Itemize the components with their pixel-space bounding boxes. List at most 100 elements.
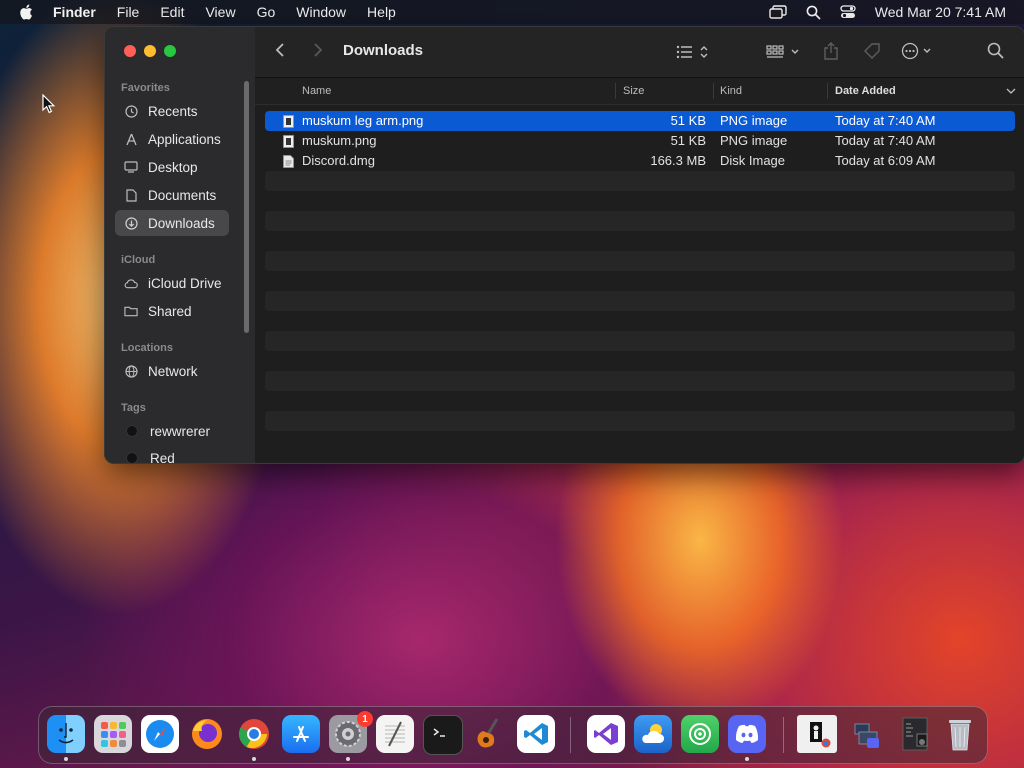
back-button[interactable] — [275, 42, 285, 58]
dock-vscode[interactable] — [517, 715, 555, 753]
sidebar-tag-item[interactable]: Red — [115, 445, 229, 464]
ellipsis-circle-icon — [901, 42, 931, 60]
menu-view[interactable]: View — [205, 4, 235, 20]
dock-find-my[interactable] — [681, 715, 719, 753]
dock-app-store[interactable] — [282, 715, 320, 753]
more-actions-button[interactable] — [901, 42, 937, 60]
file-kind: Disk Image — [720, 153, 786, 168]
minimize-window-button[interactable] — [144, 45, 156, 57]
share-button[interactable] — [823, 42, 839, 60]
file-browser: Downloads Name Size Kind Date Added musk… — [255, 27, 1024, 463]
screen-mirroring-icon[interactable] — [769, 5, 787, 19]
sidebar-section-tags: Tags — [121, 402, 146, 414]
sidebar-scrollbar[interactable] — [244, 81, 249, 333]
weather-icon — [642, 724, 665, 743]
dock-garageband[interactable] — [470, 715, 508, 753]
forward-button[interactable] — [313, 42, 323, 58]
sidebar-item-desktop[interactable]: Desktop — [115, 154, 229, 180]
running-indicator — [252, 757, 256, 761]
running-indicator — [346, 757, 350, 761]
group-by-button[interactable] — [765, 43, 803, 61]
file-kind: PNG image — [720, 133, 788, 148]
grid-icon — [766, 45, 799, 58]
sidebar-item-applications[interactable]: Applications — [115, 126, 229, 152]
textedit-icon — [385, 721, 405, 747]
dock-chrome[interactable] — [235, 715, 273, 753]
menu-bar: Finder File Edit View Go Window Help Wed… — [0, 0, 1024, 24]
dock-textedit[interactable] — [376, 715, 414, 753]
menu-edit[interactable]: Edit — [160, 4, 184, 20]
sort-descending-icon[interactable] — [1006, 88, 1016, 95]
dock-separator — [570, 717, 571, 753]
control-center-icon[interactable] — [840, 5, 856, 19]
sidebar-section-locations: Locations — [121, 342, 173, 354]
file-date-added: Today at 7:40 AM — [835, 113, 936, 128]
sidebar-item-icloud-drive[interactable]: iCloud Drive — [115, 270, 229, 296]
column-date-added[interactable]: Date Added — [835, 85, 896, 97]
discord-icon — [735, 724, 759, 743]
menu-app-name[interactable]: Finder — [53, 4, 96, 20]
search-button[interactable] — [987, 42, 1004, 59]
file-row[interactable]: muskum leg arm.png 51 KB PNG image Today… — [265, 111, 1015, 131]
file-size: 51 KB — [670, 113, 706, 128]
view-mode-button[interactable] — [675, 43, 713, 61]
file-row[interactable]: Discord.dmg 166.3 MB Disk Image Today at… — [265, 151, 1015, 171]
dock-terminal[interactable] — [423, 715, 463, 755]
dock-downloads-stack[interactable] — [897, 715, 935, 753]
column-kind[interactable]: Kind — [720, 85, 742, 97]
column-name[interactable]: Name — [302, 85, 331, 97]
file-date-added: Today at 6:09 AM — [835, 153, 936, 168]
notification-badge: 1 — [357, 711, 373, 727]
dock-weather[interactable] — [634, 715, 672, 753]
sidebar-item-label: Applications — [148, 131, 221, 147]
column-size[interactable]: Size — [623, 85, 644, 97]
download-icon — [124, 216, 138, 230]
menu-go[interactable]: Go — [257, 4, 276, 20]
dock-trash[interactable] — [941, 715, 979, 753]
dock-system-settings[interactable]: 1 — [329, 711, 373, 753]
applications-icon — [124, 132, 138, 146]
sidebar-item-network[interactable]: Network — [115, 358, 229, 384]
dock-visual-studio[interactable] — [587, 715, 625, 753]
sidebar-item-label: Desktop — [148, 159, 198, 175]
file-date-added: Today at 7:40 AM — [835, 133, 936, 148]
dock-launchpad[interactable] — [94, 715, 132, 753]
png-file-icon — [283, 135, 294, 148]
menu-file[interactable]: File — [117, 4, 140, 20]
dock-stack[interactable] — [849, 715, 887, 753]
sidebar-item-label: iCloud Drive — [148, 275, 222, 291]
file-row[interactable]: muskum.png 51 KB PNG image Today at 7:40… — [265, 131, 1015, 151]
dock-finder[interactable] — [47, 715, 85, 753]
chevron-right-icon — [314, 43, 323, 57]
sidebar-tag-item[interactable]: rewwrerer — [115, 418, 229, 444]
sidebar-section-icloud: iCloud — [121, 254, 156, 266]
garageband-icon — [477, 718, 499, 748]
empty-row — [265, 391, 1015, 411]
dock-separator — [783, 717, 784, 753]
apple-menu-icon[interactable] — [19, 4, 33, 20]
sidebar-item-label: Red — [150, 450, 175, 464]
share-icon — [824, 42, 838, 60]
menubar-clock[interactable]: Wed Mar 20 7:41 AM — [875, 4, 1006, 20]
network-icon — [124, 364, 138, 378]
sidebar-item-documents[interactable]: Documents — [115, 182, 229, 208]
search-icon — [987, 42, 1004, 59]
zoom-window-button[interactable] — [164, 45, 176, 57]
running-indicator — [745, 757, 749, 761]
sidebar-item-downloads[interactable]: Downloads — [115, 210, 229, 236]
dock-discord[interactable] — [728, 715, 766, 753]
sidebar-item-shared[interactable]: Shared — [115, 298, 229, 324]
close-window-button[interactable] — [124, 45, 136, 57]
tags-button[interactable] — [863, 42, 881, 60]
finder-window: Favorites Recents Applications Desktop D… — [104, 26, 1024, 464]
menu-window[interactable]: Window — [296, 4, 346, 20]
dock-minimized-window[interactable] — [797, 715, 837, 753]
sidebar-item-label: Shared — [148, 303, 192, 319]
empty-row — [265, 231, 1015, 251]
dock-firefox[interactable] — [188, 715, 226, 753]
spotlight-search-icon[interactable] — [806, 5, 821, 20]
sidebar-item-recents[interactable]: Recents — [115, 98, 229, 124]
dock-safari[interactable] — [141, 715, 179, 753]
dock: 1 — [38, 706, 988, 764]
menu-help[interactable]: Help — [367, 4, 396, 20]
